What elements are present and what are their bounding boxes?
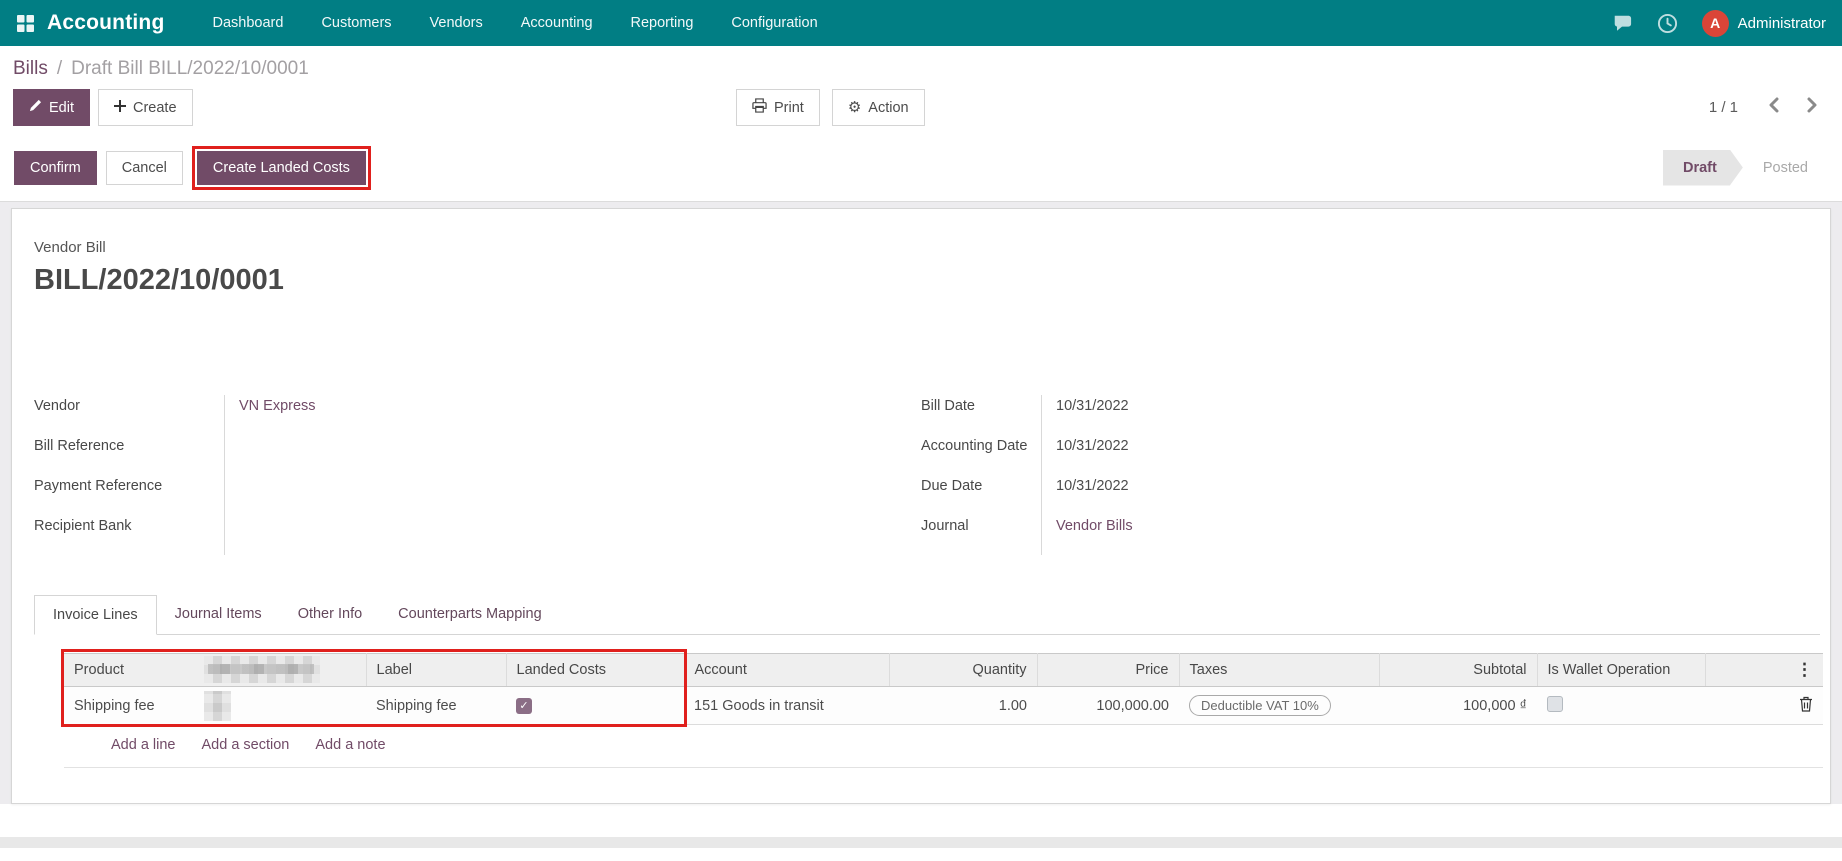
pager-value[interactable]: 1 / 1 bbox=[1709, 99, 1738, 116]
cell-account: 151 Goods in transit bbox=[684, 687, 889, 725]
notebook-tabs: Invoice Lines Journal Items Other Info C… bbox=[34, 595, 1820, 635]
add-a-line-link[interactable]: Add a line bbox=[111, 737, 176, 753]
chatter-divider bbox=[0, 837, 1842, 848]
field-recipient-bank: Recipient Bank bbox=[34, 515, 824, 555]
trash-icon[interactable] bbox=[1799, 700, 1813, 716]
create-button[interactable]: Create bbox=[98, 89, 193, 126]
cell-subtotal: 100,000 ₫ bbox=[1379, 687, 1537, 725]
vendor-bill-sheet: Vendor Bill BILL/2022/10/0001 Vendor VN … bbox=[11, 208, 1831, 804]
tab-counterparts-mapping[interactable]: Counterparts Mapping bbox=[380, 595, 559, 634]
add-a-note-link[interactable]: Add a note bbox=[315, 737, 385, 753]
state-pipeline: Draft Posted bbox=[1663, 150, 1828, 186]
document-type-label: Vendor Bill bbox=[34, 239, 1820, 256]
apps-grid-icon[interactable] bbox=[16, 14, 35, 33]
pencil-icon bbox=[29, 99, 42, 116]
journal-link[interactable]: Vendor Bills bbox=[1041, 515, 1820, 555]
avatar[interactable]: A bbox=[1702, 10, 1729, 37]
state-draft[interactable]: Draft bbox=[1663, 150, 1743, 186]
currency-dong: ₫ bbox=[1520, 698, 1527, 714]
print-button[interactable]: Print bbox=[736, 89, 820, 126]
col-label: Label bbox=[366, 654, 506, 687]
statusbar: Confirm Cancel Create Landed Costs Draft… bbox=[0, 134, 1842, 202]
cell-is-wallet-operation bbox=[1537, 687, 1705, 725]
menu-reporting[interactable]: Reporting bbox=[631, 15, 694, 31]
chatter-area bbox=[0, 837, 1842, 861]
cell-price: 100,000.00 bbox=[1037, 687, 1179, 725]
field-payment-reference: Payment Reference bbox=[34, 475, 824, 515]
control-panel: Bills / Draft Bill BILL/2022/10/0001 Edi… bbox=[0, 46, 1842, 134]
field-accounting-date: Accounting Date 10/31/2022 bbox=[921, 435, 1820, 475]
menu-accounting[interactable]: Accounting bbox=[521, 15, 593, 31]
user-menu[interactable]: A Administrator bbox=[1702, 10, 1826, 37]
activity-clock-icon[interactable] bbox=[1657, 13, 1678, 34]
redacted-blur bbox=[204, 691, 231, 721]
edit-button[interactable]: Edit bbox=[13, 89, 90, 126]
invoice-lines-table: Product Label Landed Costs Account Quant… bbox=[64, 653, 1823, 753]
cell-product: Shipping fee bbox=[64, 687, 366, 725]
menu-dashboard[interactable]: Dashboard bbox=[213, 15, 284, 31]
field-bill-date: Bill Date 10/31/2022 bbox=[921, 395, 1820, 435]
annotation-box-create-landed-costs: Create Landed Costs bbox=[192, 146, 371, 190]
action-button[interactable]: ⚙ Action bbox=[832, 89, 925, 126]
breadcrumb: Bills / Draft Bill BILL/2022/10/0001 bbox=[13, 58, 1828, 80]
print-icon bbox=[752, 98, 767, 117]
cell-landed-costs: ✓ bbox=[506, 687, 684, 725]
confirm-button[interactable]: Confirm bbox=[14, 151, 97, 185]
col-product: Product bbox=[64, 654, 366, 687]
lines-area-divider bbox=[64, 767, 1823, 768]
menu-customers[interactable]: Customers bbox=[321, 15, 391, 31]
create-landed-costs-button[interactable]: Create Landed Costs bbox=[197, 151, 366, 185]
main-menu: Dashboard Customers Vendors Accounting R… bbox=[213, 15, 818, 31]
top-navbar: Accounting Dashboard Customers Vendors A… bbox=[0, 0, 1842, 46]
tab-other-info[interactable]: Other Info bbox=[280, 595, 380, 634]
field-bill-reference: Bill Reference bbox=[34, 435, 824, 475]
pager-next-icon[interactable] bbox=[1804, 96, 1820, 119]
col-account: Account bbox=[684, 654, 889, 687]
field-vendor: Vendor VN Express bbox=[34, 395, 824, 435]
page-title: BILL/2022/10/0001 bbox=[34, 264, 1820, 297]
cell-taxes: Deductible VAT 10% bbox=[1179, 687, 1379, 725]
cell-quantity: 1.00 bbox=[889, 687, 1037, 725]
redacted-blur bbox=[204, 656, 320, 683]
breadcrumb-current: Draft Bill BILL/2022/10/0001 bbox=[71, 58, 309, 80]
tax-tag: Deductible VAT 10% bbox=[1189, 695, 1331, 716]
form-view: Vendor Bill BILL/2022/10/0001 Vendor VN … bbox=[0, 202, 1842, 804]
pager: 1 / 1 bbox=[1709, 89, 1820, 126]
vendor-link[interactable]: VN Express bbox=[224, 395, 824, 435]
cell-delete bbox=[1705, 687, 1823, 725]
pager-previous-icon[interactable] bbox=[1766, 96, 1782, 119]
col-taxes: Taxes bbox=[1179, 654, 1379, 687]
invoice-line-row: Shipping fee Shipping fee ✓ 151 Goods in… bbox=[64, 687, 1823, 725]
wallet-operation-checkbox[interactable] bbox=[1547, 696, 1563, 712]
col-options: ⋮ bbox=[1705, 654, 1823, 687]
add-a-section-link[interactable]: Add a section bbox=[202, 737, 290, 753]
tab-journal-items[interactable]: Journal Items bbox=[157, 595, 280, 634]
col-quantity: Quantity bbox=[889, 654, 1037, 687]
col-price: Price bbox=[1037, 654, 1179, 687]
plus-icon bbox=[114, 100, 126, 116]
field-journal: Journal Vendor Bills bbox=[921, 515, 1820, 555]
col-landed-costs: Landed Costs bbox=[506, 654, 684, 687]
table-header-row: Product Label Landed Costs Account Quant… bbox=[64, 654, 1823, 687]
cell-label: Shipping fee bbox=[366, 687, 506, 725]
breadcrumb-separator: / bbox=[57, 58, 62, 80]
cancel-button[interactable]: Cancel bbox=[106, 151, 183, 185]
landed-costs-checkbox[interactable]: ✓ bbox=[516, 698, 532, 714]
optional-columns-toggle-icon[interactable]: ⋮ bbox=[1716, 660, 1814, 680]
menu-vendors[interactable]: Vendors bbox=[430, 15, 483, 31]
user-name: Administrator bbox=[1738, 15, 1826, 32]
tab-invoice-lines[interactable]: Invoice Lines bbox=[34, 595, 157, 635]
messages-icon[interactable] bbox=[1611, 13, 1633, 33]
app-name[interactable]: Accounting bbox=[47, 11, 165, 35]
gear-icon: ⚙ bbox=[848, 100, 861, 115]
col-subtotal: Subtotal bbox=[1379, 654, 1537, 687]
menu-configuration[interactable]: Configuration bbox=[731, 15, 817, 31]
field-due-date: Due Date 10/31/2022 bbox=[921, 475, 1820, 515]
col-is-wallet-operation: Is Wallet Operation bbox=[1537, 654, 1705, 687]
state-posted[interactable]: Posted bbox=[1743, 150, 1828, 186]
breadcrumb-bills[interactable]: Bills bbox=[13, 58, 48, 80]
